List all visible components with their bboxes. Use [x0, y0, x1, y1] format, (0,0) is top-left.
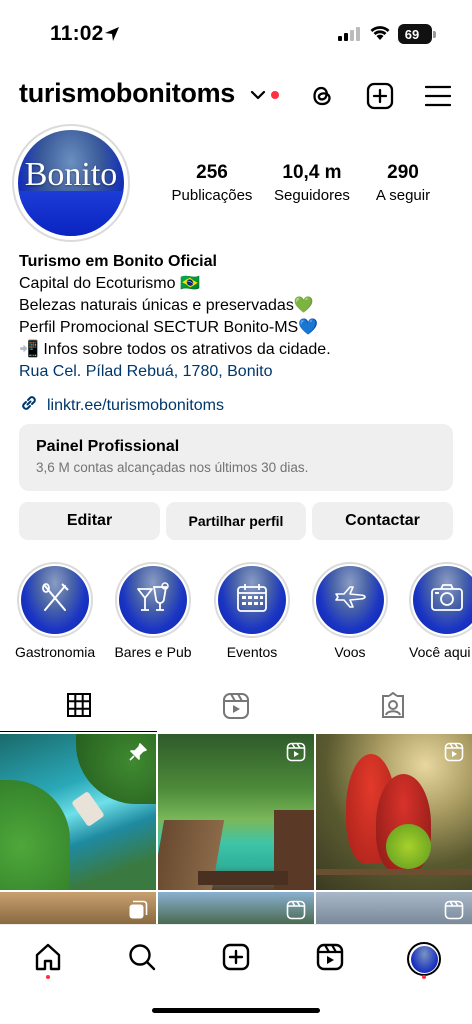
highlight-label: Bares e Pub — [114, 644, 192, 660]
following-count: 290 — [387, 162, 419, 183]
pin-icon — [128, 742, 148, 767]
profile-address[interactable]: Rua Cel. Pílad Rebuá, 1780, Bonito — [19, 361, 459, 383]
highlight-gastronomia[interactable]: Gastronomia — [15, 562, 95, 660]
posts-label: Publicações — [171, 187, 253, 204]
profile-header: turismobonitoms — [0, 76, 472, 116]
highlight-label: Eventos — [226, 644, 278, 660]
posts-grid — [0, 734, 472, 924]
following-label: A seguir — [375, 187, 431, 204]
status-bar: 11:02 69 — [0, 0, 472, 68]
stat-following[interactable]: 290 A seguir — [366, 162, 440, 204]
camera-icon — [429, 580, 465, 621]
battery-percent: 69 — [404, 26, 420, 42]
post-thumbnail[interactable] — [316, 892, 472, 924]
cellular-signal-icon — [338, 27, 362, 46]
stat-posts[interactable]: 256 Publicações — [160, 162, 264, 204]
home-indicator — [152, 1008, 320, 1013]
profile-bio: Turismo em Bonito Oficial Capital do Eco… — [19, 251, 459, 383]
grid-icon — [66, 692, 92, 723]
bio-line: Perfil Promocional SECTUR Bonito-MS💙 — [19, 319, 319, 336]
dashboard-subtitle: 3,6 M contas alcançadas nos últimos 30 d… — [36, 460, 309, 475]
nav-profile[interactable] — [404, 939, 444, 979]
airplane-icon — [332, 580, 368, 621]
professional-dashboard[interactable]: Painel Profissional 3,6 M contas alcança… — [19, 424, 453, 491]
search-icon — [127, 942, 157, 977]
tab-reels[interactable] — [157, 684, 314, 732]
carousel-icon — [128, 900, 148, 924]
share-profile-button[interactable]: Partilhar perfil — [166, 502, 306, 540]
highlight-label: Você aqui — [409, 644, 471, 660]
contact-button[interactable]: Contactar — [312, 502, 453, 540]
create-icon — [221, 942, 251, 977]
home-icon — [33, 942, 63, 977]
nav-home[interactable] — [28, 939, 68, 979]
reels-icon — [222, 692, 250, 725]
reel-badge-icon — [286, 900, 306, 924]
notification-dot — [271, 91, 279, 99]
cutlery-icon — [37, 580, 73, 621]
tab-posts-grid[interactable] — [0, 684, 157, 732]
highlight-eventos[interactable]: Eventos — [212, 562, 292, 660]
posts-count: 256 — [196, 162, 228, 183]
tagged-icon — [379, 691, 407, 725]
post-thumbnail[interactable] — [158, 892, 314, 924]
location-arrow-icon — [104, 26, 120, 47]
profile-notification-dot — [422, 975, 426, 979]
tab-tagged[interactable] — [314, 684, 471, 732]
post-thumbnail[interactable] — [0, 734, 156, 890]
calendar-icon — [235, 581, 269, 620]
profile-stats: 256 Publicações 10,4 m Seguidores 290 A … — [160, 162, 460, 212]
reel-badge-icon — [286, 742, 306, 767]
reels-icon — [315, 942, 345, 977]
avatar-image: Bonito — [18, 130, 124, 236]
profile-display-name: Turismo em Bonito Oficial — [19, 253, 217, 270]
profile-link[interactable]: linktr.ee/turismobonitoms — [19, 393, 224, 418]
followers-count: 10,4 m — [282, 162, 342, 183]
wifi-icon — [369, 25, 391, 46]
highlight-label: Voos — [334, 644, 366, 660]
profile-content-tabs — [0, 684, 472, 732]
nav-search[interactable] — [122, 939, 162, 979]
nav-create[interactable] — [216, 939, 256, 979]
profile-link-text[interactable]: linktr.ee/turismobonitoms — [47, 397, 224, 415]
highlight-label: Gastronomia — [15, 644, 96, 660]
account-switcher-username[interactable]: turismobonitoms — [19, 78, 235, 109]
edit-profile-button[interactable]: Editar — [19, 502, 160, 540]
followers-label: Seguidores — [274, 187, 350, 204]
reel-badge-icon — [444, 742, 464, 767]
highlight-voce-aqui[interactable]: Você aqui — [409, 562, 472, 660]
home-notification-dot — [46, 975, 50, 979]
highlight-bares-e-pub[interactable]: Bares e Pub — [113, 562, 193, 660]
post-thumbnail[interactable] — [158, 734, 314, 890]
dashboard-title: Painel Profissional — [36, 438, 180, 455]
threads-icon[interactable] — [306, 80, 338, 112]
avatar-logo-text: Bonito — [24, 156, 118, 193]
cocktail-icon — [134, 579, 172, 622]
bio-line: Capital do Ecoturismo 🇧🇷 — [19, 275, 200, 292]
highlight-voos[interactable]: Voos — [310, 562, 390, 660]
status-time: 11:02 — [50, 22, 104, 45]
chevron-down-icon[interactable] — [250, 88, 266, 106]
nav-reels[interactable] — [310, 939, 350, 979]
post-thumbnail[interactable] — [316, 734, 472, 890]
profile-avatar — [407, 942, 441, 976]
reel-badge-icon — [444, 900, 464, 924]
bio-line: 📲 Infos sobre todos os atrativos da cida… — [19, 341, 331, 358]
bio-line: Belezas naturais únicas e preservadas💚 — [19, 297, 314, 314]
profile-avatar[interactable]: Bonito — [12, 124, 130, 242]
battery-indicator: 69 — [398, 24, 436, 44]
add-icon[interactable] — [364, 80, 396, 112]
stat-followers[interactable]: 10,4 m Seguidores — [262, 162, 362, 204]
menu-icon[interactable] — [422, 80, 454, 112]
post-thumbnail[interactable] — [0, 892, 156, 924]
link-icon — [19, 393, 39, 418]
